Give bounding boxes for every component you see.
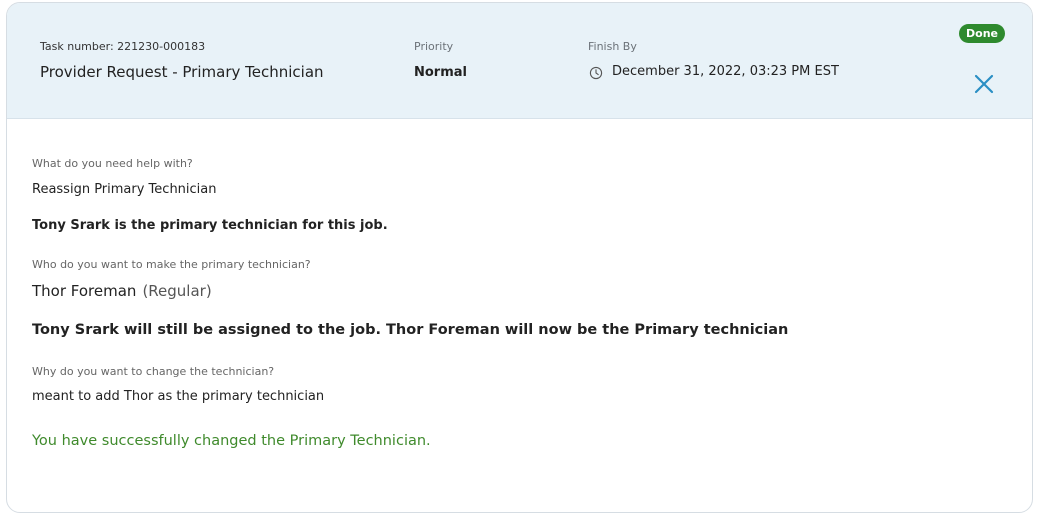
close-icon[interactable] [973, 73, 995, 95]
reason-question-label: Why do you want to change the technician… [32, 365, 275, 378]
finish-by-label: Finish By [588, 40, 637, 53]
technician-role: (Regular) [142, 282, 212, 300]
task-number: Task number: 221230-000183 [40, 40, 206, 53]
clock-icon [589, 65, 603, 79]
success-message: You have successfully changed the Primar… [32, 433, 431, 449]
close-button[interactable] [973, 73, 995, 95]
priority-label: Priority [414, 40, 454, 53]
status-badge: Done [959, 24, 1005, 43]
finish-by-row: December 31, 2022, 03:23 PM EST [589, 64, 839, 79]
help-question-answer: Reassign Primary Technician [32, 182, 217, 197]
new-primary-answer: Thor Foreman (Regular) [32, 282, 212, 300]
help-question-label: What do you need help with? [32, 157, 193, 170]
reason-answer: meant to add Thor as the primary technic… [32, 389, 325, 404]
assignment-note: Tony Srark will still be assigned to the… [32, 322, 789, 338]
current-primary-note: Tony Srark is the primary technician for… [32, 218, 388, 233]
finish-by-value: December 31, 2022, 03:23 PM EST [612, 64, 839, 79]
technician-name: Thor Foreman [32, 282, 137, 300]
task-header: Task number: 221230-000183 Provider Requ… [7, 3, 1032, 119]
priority-value: Normal [414, 65, 467, 80]
task-title: Provider Request - Primary Technician [40, 63, 324, 81]
task-card: Task number: 221230-000183 Provider Requ… [6, 2, 1033, 513]
new-primary-question-label: Who do you want to make the primary tech… [32, 258, 311, 271]
